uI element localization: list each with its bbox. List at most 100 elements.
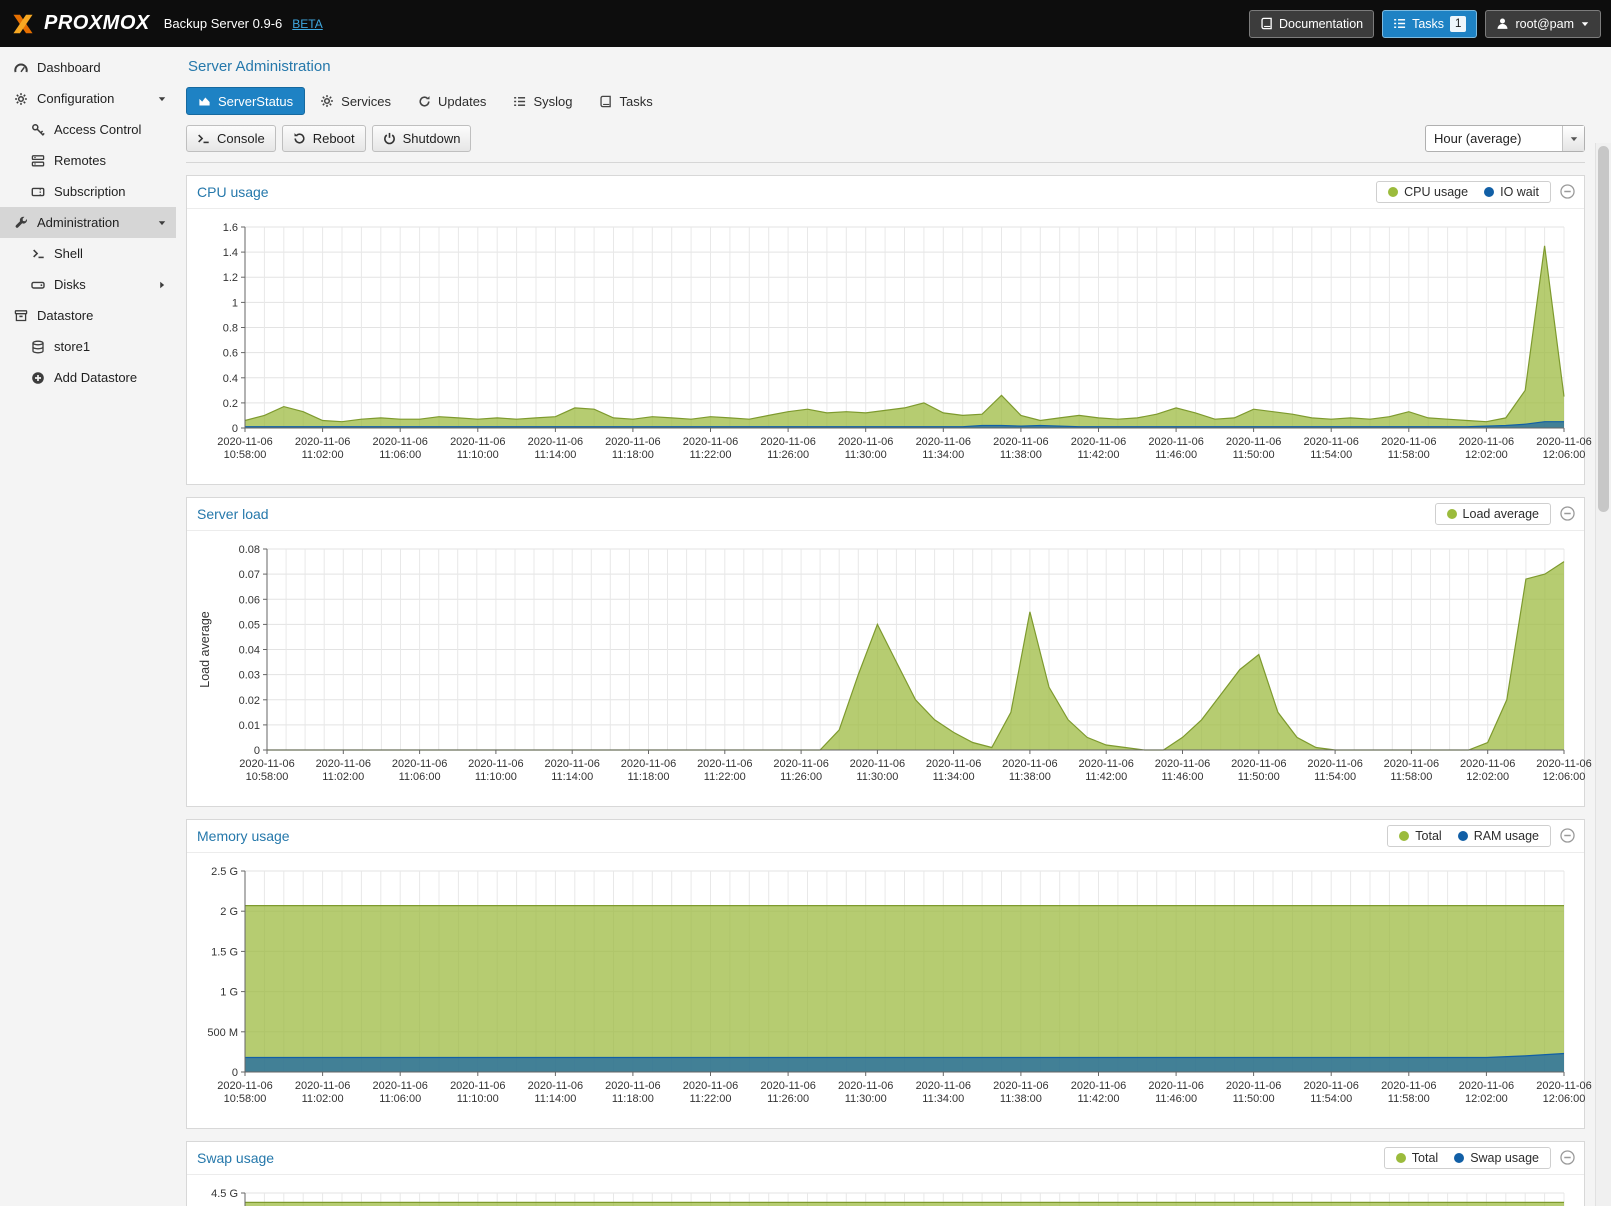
tab-updates[interactable]: Updates [406,87,498,115]
svg-text:0.03: 0.03 [239,670,260,682]
sidebar-item-label: Shell [54,246,83,261]
sidebar-item-dashboard[interactable]: Dashboard [0,52,176,83]
scrollbar-thumb[interactable] [1598,146,1609,512]
tab-label: Updates [438,94,486,109]
svg-text:2020-11-06: 2020-11-06 [450,1080,505,1092]
chart-panels: CPU usageCPU usageIO wait00.20.40.60.811… [186,163,1585,1206]
svg-text:2020-11-06: 2020-11-06 [773,758,828,770]
svg-text:11:58:00: 11:58:00 [1390,771,1432,783]
svg-text:2020-11-06: 2020-11-06 [1002,758,1057,770]
svg-text:2020-11-06: 2020-11-06 [838,1080,893,1092]
legend-label: Load average [1463,507,1539,521]
collapse-panel-button[interactable] [1560,506,1576,522]
legend-label: CPU usage [1404,185,1468,199]
legend-label: Swap usage [1470,1151,1539,1165]
area-chart-icon [198,95,211,108]
sidebar-item-label: Add Datastore [54,370,137,385]
svg-text:1: 1 [232,297,238,309]
svg-text:1.6: 1.6 [223,222,238,234]
svg-text:1.4: 1.4 [223,247,238,259]
svg-text:11:02:00: 11:02:00 [302,1093,344,1105]
panel-title: Memory usage [197,828,290,844]
collapse-panel-button[interactable] [1560,828,1576,844]
svg-text:12:02:00: 12:02:00 [1465,449,1508,461]
tab-services[interactable]: Services [308,87,403,115]
wrench-icon [13,216,29,230]
timeframe-select[interactable]: Hour (average) [1425,125,1585,152]
documentation-button[interactable]: Documentation [1249,10,1374,38]
sidebar-item-add-datastore[interactable]: Add Datastore [0,362,176,393]
toolbar-button-label: Console [217,131,265,146]
shutdown-button[interactable]: Shutdown [372,125,472,152]
refresh-icon [418,95,431,108]
tab-tasks[interactable]: Tasks [587,87,664,115]
toolbar-buttons: Console Reboot Shutdown [186,125,471,152]
svg-text:2020-11-06: 2020-11-06 [217,1080,272,1092]
tab-syslog[interactable]: Syslog [501,87,584,115]
svg-text:0.08: 0.08 [239,544,260,556]
sidebar-item-disks[interactable]: Disks [0,269,176,300]
svg-text:0.2: 0.2 [223,398,238,410]
collapse-panel-button[interactable] [1560,184,1576,200]
caret-down-icon[interactable] [1562,126,1584,151]
legend-item-ram-usage: RAM usage [1458,829,1539,843]
svg-text:0.04: 0.04 [239,645,260,657]
vertical-scrollbar[interactable] [1595,143,1611,1206]
svg-text:12:02:00: 12:02:00 [1466,771,1509,783]
svg-text:2020-11-06: 2020-11-06 [1155,758,1210,770]
svg-text:12:02:00: 12:02:00 [1465,1093,1508,1105]
toolbar-button-label: Shutdown [403,131,461,146]
sidebar-item-remotes[interactable]: Remotes [0,145,176,176]
svg-text:11:46:00: 11:46:00 [1161,771,1203,783]
sidebar-item-access-control[interactable]: Access Control [0,114,176,145]
svg-text:11:58:00: 11:58:00 [1388,1093,1430,1105]
svg-text:2020-11-06: 2020-11-06 [544,758,599,770]
svg-text:2020-11-06: 2020-11-06 [683,1080,738,1092]
main-layout: DashboardConfigurationAccess ControlRemo… [0,47,1611,1206]
legend-dot [1458,831,1468,841]
chart-server-load: 00.010.020.030.040.050.060.070.082020-11… [195,539,1592,795]
svg-text:11:54:00: 11:54:00 [1314,771,1356,783]
caret-down-icon[interactable] [154,94,170,104]
svg-text:0: 0 [232,423,238,435]
collapse-panel-button[interactable] [1560,1150,1576,1166]
svg-text:2020-11-06: 2020-11-06 [850,758,905,770]
console-button[interactable]: Console [186,125,276,152]
svg-text:2020-11-06: 2020-11-06 [697,758,752,770]
svg-text:11:34:00: 11:34:00 [933,771,975,783]
sidebar-item-subscription[interactable]: Subscription [0,176,176,207]
sidebar-item-store1[interactable]: store1 [0,331,176,362]
caret-down-icon[interactable] [154,218,170,228]
caret-right-icon[interactable] [154,280,170,290]
user-menu-button[interactable]: root@pam [1485,10,1601,38]
hdd-icon [30,278,46,292]
sidebar-item-configuration[interactable]: Configuration [0,83,176,114]
key-icon [30,123,46,137]
svg-text:11:10:00: 11:10:00 [457,1093,499,1105]
legend-item-io-wait: IO wait [1484,185,1539,199]
sidebar-item-shell[interactable]: Shell [0,238,176,269]
sidebar-nav: DashboardConfigurationAccess ControlRemo… [0,47,176,1206]
svg-text:0.02: 0.02 [239,695,260,707]
svg-text:2020-11-06: 2020-11-06 [1384,758,1439,770]
svg-text:500 M: 500 M [207,1027,238,1039]
tab-serverstatus[interactable]: ServerStatus [186,87,305,115]
user-icon [1496,17,1509,30]
sidebar-item-datastore[interactable]: Datastore [0,300,176,331]
svg-text:2020-11-06: 2020-11-06 [760,436,815,448]
tab-label: ServerStatus [218,94,293,109]
svg-text:2020-11-06: 2020-11-06 [916,1080,971,1092]
svg-text:1 G: 1 G [220,987,238,999]
beta-link[interactable]: BETA [292,17,322,31]
legend-label: Total [1412,1151,1438,1165]
timeframe-value: Hour (average) [1426,126,1562,151]
svg-text:2020-11-06: 2020-11-06 [1226,436,1281,448]
reboot-button[interactable]: Reboot [282,125,366,152]
panel-header: Swap usageTotalSwap usage [187,1142,1584,1175]
tasks-button[interactable]: Tasks 1 [1382,10,1477,38]
svg-text:0.06: 0.06 [239,594,260,606]
svg-text:2020-11-06: 2020-11-06 [372,436,427,448]
svg-text:2020-11-06: 2020-11-06 [1148,436,1203,448]
documentation-label: Documentation [1279,17,1363,31]
sidebar-item-administration[interactable]: Administration [0,207,176,238]
